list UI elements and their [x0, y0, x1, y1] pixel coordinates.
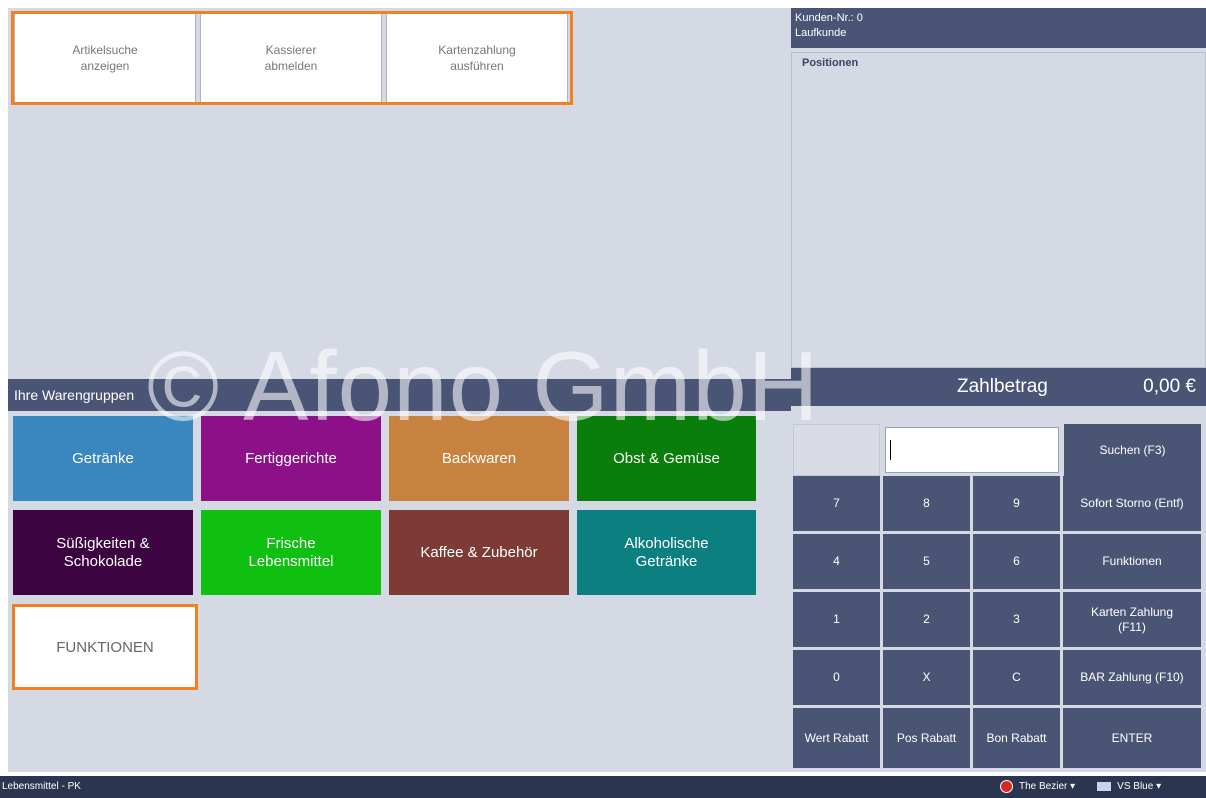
main-area: Artikelsuche anzeigen Kassierer abmelden…	[8, 8, 791, 772]
keypad-key-2[interactable]: 2	[883, 592, 970, 647]
customer-type: Laufkunde	[795, 27, 847, 40]
warengruppe-tile[interactable]: Süßigkeiten & Schokolade	[13, 510, 193, 595]
keypad-key-9[interactable]: 9	[973, 476, 1060, 531]
bon-rabatt-button[interactable]: Bon Rabatt	[973, 708, 1060, 768]
theme-selector[interactable]: The Bezier ▾	[1019, 781, 1075, 792]
barcode-input[interactable]	[885, 427, 1059, 473]
artikelsuche-button[interactable]: Artikelsuche anzeigen	[14, 13, 196, 103]
keypad-key-0[interactable]: 0	[793, 650, 880, 705]
warengruppen-header: Ihre Warengruppen	[8, 379, 791, 411]
wert-rabatt-button[interactable]: Wert Rabatt	[793, 708, 880, 768]
kartenzahlung-button[interactable]: Kartenzahlung ausführen	[386, 13, 568, 103]
color-scheme-icon	[1097, 782, 1112, 791]
search-button[interactable]: Suchen (F3)	[1064, 424, 1201, 476]
keypad-key-c[interactable]: C	[973, 650, 1060, 705]
funktionen-button[interactable]: Funktionen	[1063, 534, 1201, 589]
keypad-key-1[interactable]: 1	[793, 592, 880, 647]
warengruppe-tile[interactable]: Alkoholische Getränke	[577, 510, 756, 595]
pos-rabatt-button[interactable]: Pos Rabatt	[883, 708, 970, 768]
sofort-storno-button[interactable]: Sofort Storno (Entf)	[1063, 476, 1201, 531]
warengruppe-tile[interactable]: Backwaren	[389, 416, 569, 501]
warengruppe-tile[interactable]: Getränke	[13, 416, 193, 501]
payment-total-bar: Zahlbetrag 0,00 €	[791, 368, 1206, 406]
positions-list[interactable]: Positionen	[791, 52, 1206, 368]
keypad-key-5[interactable]: 5	[883, 534, 970, 589]
keypad-key-x[interactable]: X	[883, 650, 970, 705]
status-right-group: The Bezier ▾ VS Blue ▾	[1000, 780, 1161, 793]
funktionen-tile[interactable]: FUNKTIONEN	[12, 604, 198, 690]
blank-key[interactable]	[793, 424, 880, 476]
text-caret	[890, 440, 891, 460]
keypad-key-4[interactable]: 4	[793, 534, 880, 589]
keypad-key-3[interactable]: 3	[973, 592, 1060, 647]
status-text: Lebensmittel - PK	[2, 781, 81, 792]
receipt-panel: Kunden-Nr.: 0 Laufkunde Positionen Zahlb…	[791, 8, 1206, 772]
keypad-key-7[interactable]: 7	[793, 476, 880, 531]
status-bar: Lebensmittel - PK The Bezier ▾ VS Blue ▾	[0, 776, 1206, 798]
warengruppe-tile[interactable]: Fertiggerichte	[201, 416, 381, 501]
keypad-key-8[interactable]: 8	[883, 476, 970, 531]
warengruppe-tile[interactable]: Kaffee & Zubehör	[389, 510, 569, 595]
positions-title: Positionen	[802, 57, 859, 69]
payment-total-label: Zahlbetrag	[957, 376, 1048, 397]
theme-icon	[1000, 780, 1013, 793]
bar-zahlung-button[interactable]: BAR Zahlung (F10)	[1063, 650, 1201, 705]
customer-header: Kunden-Nr.: 0 Laufkunde	[791, 8, 1206, 48]
enter-button[interactable]: ENTER	[1063, 708, 1201, 768]
payment-total-amount: 0,00 €	[1143, 376, 1196, 397]
customer-number: Kunden-Nr.: 0	[795, 12, 863, 24]
warengruppe-tile[interactable]: Obst & Gemüse	[577, 416, 756, 501]
keypad-key-6[interactable]: 6	[973, 534, 1060, 589]
karten-zahlung-button[interactable]: Karten Zahlung (F11)	[1063, 592, 1201, 647]
kassierer-abmelden-button[interactable]: Kassierer abmelden	[200, 13, 382, 103]
color-scheme-selector[interactable]: VS Blue ▾	[1117, 781, 1161, 792]
pos-app: Artikelsuche anzeigen Kassierer abmelden…	[0, 0, 1206, 798]
warengruppe-tile[interactable]: Frische Lebensmittel	[201, 510, 381, 595]
